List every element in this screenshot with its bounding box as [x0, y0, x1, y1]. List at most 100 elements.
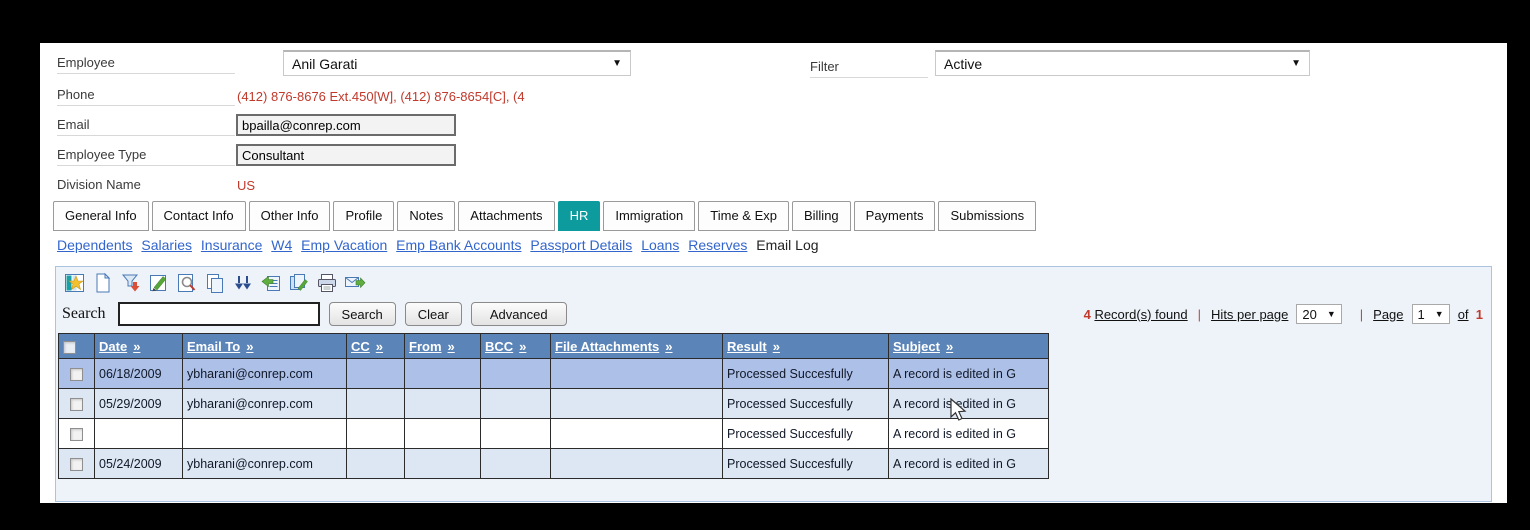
employee-dropdown[interactable]: Anil Garati ▼	[283, 50, 631, 76]
subnav-link-reserves[interactable]: Reserves	[688, 237, 747, 253]
sort-icon[interactable]: »	[519, 339, 526, 354]
table-row[interactable]: 05/24/2009 ybharani@conrep.com Processed…	[58, 448, 1049, 479]
header-bcc[interactable]: BCC»	[480, 333, 551, 359]
cell-bcc	[480, 388, 551, 419]
cell-email-to: ybharani@conrep.com	[182, 448, 347, 479]
table-row[interactable]: 05/29/2009 ybharani@conrep.com Processed…	[58, 388, 1049, 419]
row-checkbox[interactable]	[70, 457, 83, 471]
row-checkbox-cell	[58, 358, 95, 389]
subnav-link-emp-bank-accounts[interactable]: Emp Bank Accounts	[396, 237, 521, 253]
cell-result: Processed Succesfully	[722, 388, 889, 419]
records-found-label: Record(s) found	[1094, 306, 1188, 322]
revert-list-icon[interactable]	[258, 271, 283, 295]
email-log-panel: Search Search Clear Advanced 4 Record(s)…	[55, 266, 1492, 502]
sort-icon[interactable]: »	[246, 339, 253, 354]
subnav-link-salaries[interactable]: Salaries	[141, 237, 192, 253]
cell-result: Processed Succesfully	[722, 358, 889, 389]
table-row[interactable]: 06/18/2009 ybharani@conrep.com Processed…	[58, 358, 1049, 389]
select-all-checkbox[interactable]	[63, 340, 76, 354]
cell-cc	[346, 358, 405, 389]
tab-payments[interactable]: Payments	[853, 201, 936, 231]
subnav-link-emp-vacation[interactable]: Emp Vacation	[301, 237, 387, 253]
row-checkbox[interactable]	[70, 367, 83, 381]
send-email-icon[interactable]	[342, 271, 367, 295]
cell-subject: A record is edited in G	[888, 448, 1049, 479]
filter-dropdown[interactable]: Active ▼	[935, 50, 1310, 76]
subnav-link-dependents[interactable]: Dependents	[57, 237, 133, 253]
search-label: Search	[62, 305, 106, 322]
header-from[interactable]: From»	[404, 333, 481, 359]
apply-all-icon[interactable]	[230, 271, 255, 295]
cell-date: 06/18/2009	[94, 358, 183, 389]
customize-icon[interactable]	[62, 271, 87, 295]
subnav-link-insurance[interactable]: Insurance	[201, 237, 262, 253]
cell-email-to: ybharani@conrep.com	[182, 358, 347, 389]
cell-date: 05/24/2009	[94, 448, 183, 479]
edit-icon[interactable]	[146, 271, 171, 295]
tab-other-info[interactable]: Other Info	[248, 201, 331, 231]
hits-per-page-label: Hits per page	[1211, 306, 1289, 322]
page-dropdown[interactable]: 1 ▼	[1411, 304, 1450, 324]
sort-icon[interactable]: »	[665, 339, 672, 354]
tab-general-info[interactable]: General Info	[53, 201, 149, 231]
copy-edit-icon[interactable]	[286, 271, 311, 295]
header-email-to[interactable]: Email To»	[182, 333, 347, 359]
filter-export-icon[interactable]	[118, 271, 143, 295]
clear-button[interactable]: Clear	[404, 302, 462, 326]
pagination: 4 Record(s) found | Hits per page 20 ▼ |…	[1084, 304, 1483, 324]
sort-icon[interactable]: »	[133, 339, 140, 354]
tab-notes[interactable]: Notes	[397, 201, 456, 231]
tab-attachments[interactable]: Attachments	[458, 201, 555, 231]
sort-icon[interactable]: »	[773, 339, 780, 354]
tab-submissions[interactable]: Submissions	[938, 201, 1037, 231]
advanced-button[interactable]: Advanced	[470, 302, 567, 326]
table-row[interactable]: Processed Succesfully A record is edited…	[58, 418, 1049, 449]
tab-billing[interactable]: Billing	[791, 201, 851, 231]
sort-icon[interactable]: »	[376, 339, 383, 354]
employee-dropdown-value: Anil Garati	[292, 55, 358, 72]
cell-email-to: ybharani@conrep.com	[182, 388, 347, 419]
phone-value: (412) 876-8676 Ext.450[W], (412) 876-865…	[237, 89, 525, 104]
search-button[interactable]: Search	[328, 302, 396, 326]
sort-icon[interactable]: »	[448, 339, 455, 354]
row-checkbox[interactable]	[70, 427, 83, 441]
row-checkbox[interactable]	[70, 397, 83, 411]
search-input[interactable]	[117, 302, 320, 326]
tab-hr[interactable]: HR	[557, 201, 601, 231]
tab-immigration[interactable]: Immigration	[603, 201, 696, 231]
header-subject[interactable]: Subject»	[888, 333, 1049, 359]
email-field[interactable]	[236, 114, 456, 136]
search-row: Search Search Clear Advanced 4 Record(s)…	[62, 301, 1483, 327]
tab-profile[interactable]: Profile	[333, 201, 395, 231]
cell-bcc	[480, 418, 551, 449]
copy-icon[interactable]	[202, 271, 227, 295]
header-file-attachments[interactable]: File Attachments»	[550, 333, 723, 359]
cell-file-attachments	[550, 418, 723, 449]
records-count: 4	[1083, 306, 1091, 322]
subnav-link-w4[interactable]: W4	[271, 237, 292, 253]
subnav-link-loans[interactable]: Loans	[641, 237, 679, 253]
header-date[interactable]: Date»	[94, 333, 183, 359]
tab-contact-info[interactable]: Contact Info	[151, 201, 246, 231]
print-icon[interactable]	[314, 271, 339, 295]
cell-from	[404, 388, 481, 419]
new-record-icon[interactable]	[90, 271, 115, 295]
division-name-value: US	[237, 178, 256, 193]
header-result[interactable]: Result»	[722, 333, 889, 359]
row-checkbox-cell	[58, 448, 95, 479]
total-pages: 1	[1475, 306, 1483, 322]
preview-icon[interactable]	[174, 271, 199, 295]
employee-type-field[interactable]	[236, 144, 456, 166]
hits-per-page-dropdown[interactable]: 20 ▼	[1296, 304, 1342, 324]
cell-file-attachments	[550, 388, 723, 419]
sort-icon[interactable]: »	[946, 339, 953, 354]
table-header-row: Date» Email To» CC» From» BCC» File Atta…	[58, 333, 1049, 359]
of-label: of	[1457, 306, 1469, 322]
cell-email-to	[182, 418, 347, 449]
header-cc[interactable]: CC»	[346, 333, 405, 359]
email-log-table: Date» Email To» CC» From» BCC» File Atta…	[58, 333, 1049, 479]
subnav-link-passport-details[interactable]: Passport Details	[530, 237, 632, 253]
cell-from	[404, 358, 481, 389]
cell-file-attachments	[550, 448, 723, 479]
tab-time-exp[interactable]: Time & Exp	[698, 201, 789, 231]
